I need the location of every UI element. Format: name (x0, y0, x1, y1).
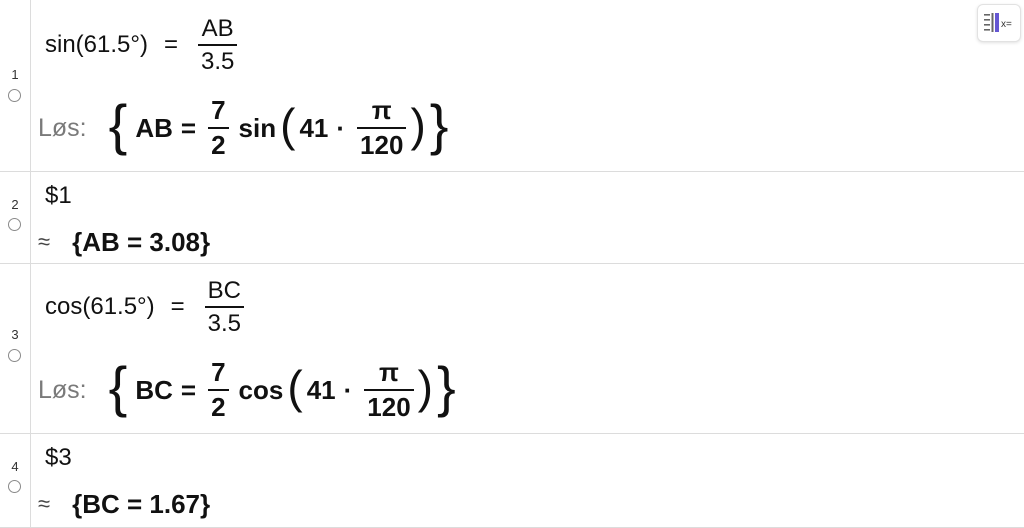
fraction-numerator: 7 (211, 94, 226, 125)
approx-sign: ≈ (38, 229, 51, 254)
left-paren: ( (287, 361, 303, 413)
fraction-numerator: π (379, 356, 399, 387)
visibility-toggle[interactable] (8, 89, 21, 102)
input-expression[interactable]: $1 (45, 180, 72, 212)
function-name: sin (238, 112, 277, 143)
left-paren: ( (280, 99, 296, 151)
close-brace: } (437, 355, 456, 418)
close-brace: } (429, 93, 449, 156)
coefficient-fraction: 7 2 (208, 356, 229, 423)
fraction-bar (208, 388, 229, 392)
function-name: cos (238, 374, 284, 405)
multiply-dot: · (336, 112, 346, 143)
solve-label: Løs: (38, 375, 87, 404)
keyboard-label: x= (1001, 19, 1012, 30)
output-solve: Løs: { AB = 7 2 sin ( 41 · π 120 ) } (38, 92, 448, 164)
right-paren: ) (410, 99, 426, 151)
fraction-denominator: 120 (360, 130, 404, 161)
output-approx: ≈ {AB = 3.08} (38, 224, 210, 260)
input-expression[interactable]: $3 (45, 442, 72, 474)
input-function: cos(61.5°) (45, 293, 155, 320)
approx-sign: ≈ (38, 491, 51, 516)
variable: BC (135, 374, 173, 405)
input-fraction: BC 3.5 (204, 277, 245, 337)
cas-view: 1 sin(61.5°) = AB 3.5 Løs: { AB = 7 2 si… (0, 0, 1024, 528)
row-gutter: 1 (0, 0, 31, 171)
numeric-result: {BC = 1.67} (72, 488, 211, 519)
angle-fraction: π 120 (357, 94, 407, 161)
algebra-keyboard-icon: x= (984, 13, 1012, 32)
equals-sign: = (163, 31, 178, 58)
solve-label: Løs: (38, 113, 87, 142)
fraction-denominator: 3.5 (207, 309, 242, 337)
algebra-keyboard-button[interactable]: x= (977, 4, 1021, 42)
fraction-numerator: π (371, 94, 392, 125)
open-brace: { (108, 355, 128, 418)
variable: AB (135, 112, 173, 143)
output-solve: Løs: { BC = 7 2 cos ( 41 · π 120 ) } (38, 354, 456, 426)
row-gutter: 3 (0, 264, 31, 433)
right-paren: ) (417, 361, 433, 413)
factor: 41 (299, 112, 329, 143)
fraction-numerator: BC (207, 277, 242, 305)
fraction-bar (198, 44, 238, 46)
row-gutter: 4 (0, 434, 31, 527)
coefficient-fraction: 7 2 (208, 94, 229, 161)
input-fraction: AB 3.5 (198, 15, 238, 75)
fraction-bar (357, 126, 407, 130)
fraction-numerator: 7 (211, 356, 226, 387)
fraction-denominator: 2 (211, 130, 226, 161)
equals-sign: = (180, 374, 197, 405)
row-reference: $1 (45, 182, 72, 209)
input-expression[interactable]: sin(61.5°) = AB 3.5 (45, 10, 241, 80)
numeric-result: {AB = 3.08} (72, 226, 211, 257)
fraction-bar (204, 306, 245, 308)
visibility-toggle[interactable] (8, 480, 21, 493)
row-reference: $3 (45, 444, 72, 471)
multiply-dot: · (343, 374, 353, 405)
row-number: 2 (11, 197, 19, 212)
row-number: 1 (11, 67, 19, 82)
input-expression[interactable]: cos(61.5°) = BC 3.5 (45, 272, 248, 342)
visibility-toggle[interactable] (8, 349, 21, 362)
fraction-numerator: AB (201, 15, 234, 43)
cas-row-3[interactable]: 3 cos(61.5°) = BC 3.5 Løs: { BC = 7 2 co… (0, 264, 1024, 434)
cas-row-1[interactable]: 1 sin(61.5°) = AB 3.5 Løs: { AB = 7 2 si… (0, 0, 1024, 172)
fraction-bar (364, 388, 414, 392)
visibility-toggle[interactable] (8, 218, 21, 231)
fraction-denominator: 2 (211, 392, 226, 423)
equals-sign: = (180, 112, 197, 143)
cas-row-4[interactable]: 4 $3 ≈ {BC = 1.67} (0, 434, 1024, 528)
fraction-bar (208, 126, 229, 130)
fraction-denominator: 120 (367, 392, 411, 423)
open-brace: { (108, 93, 128, 156)
fraction-denominator: 3.5 (201, 47, 235, 75)
row-number: 4 (11, 459, 19, 474)
output-approx: ≈ {BC = 1.67} (38, 486, 210, 522)
equals-sign: = (170, 293, 185, 320)
row-number: 3 (11, 327, 19, 342)
factor: 41 (306, 374, 336, 405)
angle-fraction: π 120 (364, 356, 414, 423)
input-function: sin(61.5°) (45, 31, 148, 58)
cas-row-2[interactable]: 2 $1 ≈ {AB = 3.08} (0, 172, 1024, 264)
row-gutter: 2 (0, 172, 31, 263)
